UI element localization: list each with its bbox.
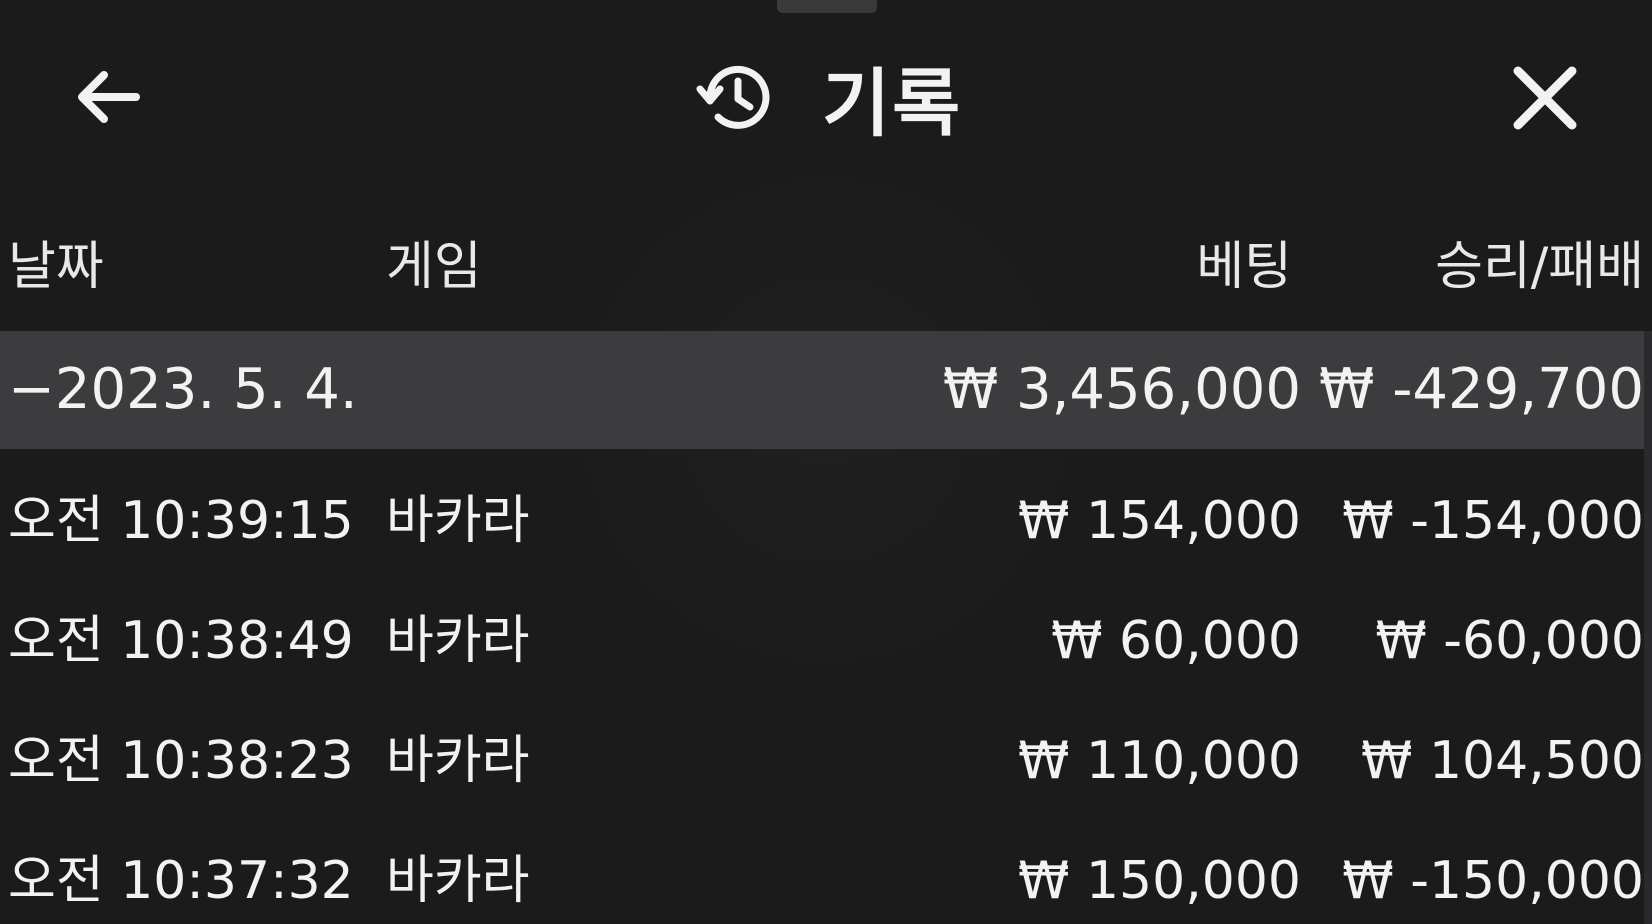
row-result: ₩ -150,000 (1342, 851, 1644, 911)
column-header-game: 게임 (386, 237, 482, 297)
close-button[interactable] (1500, 58, 1590, 138)
row-game: 바카라 (386, 731, 530, 791)
summary-bet-total: ₩ 3,456,000 (942, 357, 1301, 422)
column-header-date: 날짜 (8, 237, 104, 297)
close-icon (1513, 66, 1577, 130)
header-bar: 기록 (0, 40, 1652, 150)
row-game: 바카라 (386, 491, 530, 551)
summary-date: −2023. 5. 4. (8, 357, 358, 422)
column-header-bet: 베팅 (1196, 237, 1292, 297)
drag-handle[interactable] (777, 0, 877, 13)
row-result: ₩ 104,500 (1361, 731, 1644, 791)
arrow-left-icon (78, 71, 140, 123)
table-row[interactable]: 오전 10:38:23 바카라 ₩ 110,000 ₩ 104,500 (0, 702, 1644, 822)
table-row[interactable]: 오전 10:38:49 바카라 ₩ 60,000 ₩ -60,000 (0, 582, 1644, 702)
row-result: ₩ -60,000 (1375, 611, 1644, 671)
row-time: 오전 10:38:49 (8, 611, 354, 671)
back-button[interactable] (62, 62, 152, 132)
history-panel: 기록 날짜 게임 베팅 승리/패배 −2023. 5. 4. ₩ 3,456,0… (0, 0, 1652, 924)
row-bet: ₩ 60,000 (1051, 611, 1301, 671)
title-group: 기록 (696, 52, 962, 147)
scrollbar[interactable] (1644, 331, 1652, 924)
row-result: ₩ -154,000 (1342, 491, 1644, 551)
row-game: 바카라 (386, 611, 530, 671)
summary-result-total: ₩ -429,700 (1319, 357, 1644, 422)
row-time: 오전 10:39:15 (8, 491, 354, 551)
history-clock-icon (696, 65, 770, 129)
column-header-result: 승리/패배 (1435, 237, 1644, 297)
table-row[interactable]: 오전 10:39:15 바카라 ₩ 154,000 ₩ -154,000 (0, 462, 1644, 582)
table-row[interactable]: 오전 10:37:32 바카라 ₩ 150,000 ₩ -150,000 (0, 822, 1644, 924)
row-time: 오전 10:37:32 (8, 851, 354, 911)
date-summary-row[interactable]: −2023. 5. 4. ₩ 3,456,000 ₩ -429,700 (0, 331, 1644, 449)
page-title: 기록 (822, 60, 963, 147)
row-game: 바카라 (386, 851, 530, 911)
row-bet: ₩ 150,000 (1018, 851, 1301, 911)
row-bet: ₩ 154,000 (1018, 491, 1301, 551)
row-time: 오전 10:38:23 (8, 731, 354, 791)
row-bet: ₩ 110,000 (1018, 731, 1301, 791)
